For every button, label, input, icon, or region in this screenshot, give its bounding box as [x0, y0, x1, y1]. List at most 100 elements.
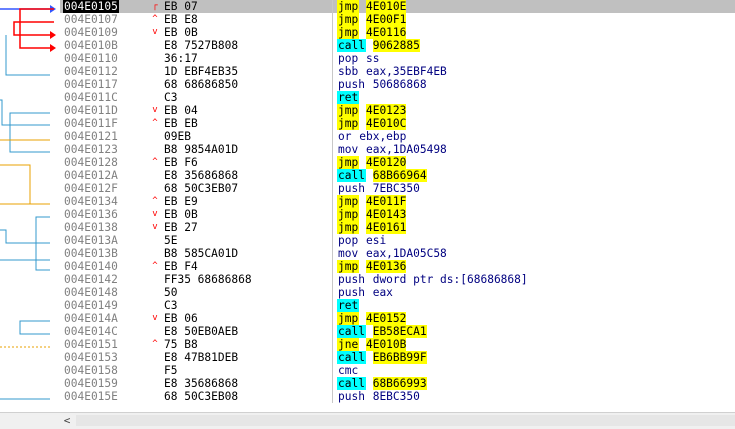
- address[interactable]: 004E0138: [63, 221, 119, 234]
- address[interactable]: 004E0142: [63, 273, 119, 286]
- operand: 4E0120: [365, 156, 407, 169]
- address[interactable]: 004E0128: [63, 156, 119, 169]
- disassembly-row[interactable]: 004E0112 1D EBF4EB35 sbb eax,35EBF4EB: [60, 65, 735, 78]
- jump-marker-icon: v: [152, 209, 158, 219]
- address[interactable]: 004E013A: [63, 234, 119, 247]
- address[interactable]: 004E013B: [63, 247, 119, 260]
- disassembly-row[interactable]: 004E0110 36:17 pop ss: [60, 52, 735, 65]
- address[interactable]: 004E015E: [63, 390, 119, 403]
- address[interactable]: 004E011F: [63, 117, 119, 130]
- disassembly-row[interactable]: 004E0128 ^ EB F6 jmp 4E0120: [60, 156, 735, 169]
- disassembly-text: call EB6BB99F: [337, 351, 427, 364]
- disassembly-row[interactable]: 004E0109 v EB 0B jmp 4E0116: [60, 26, 735, 39]
- jump-arrow: [0, 229, 50, 244]
- arrow-head-icon: [50, 31, 56, 39]
- address[interactable]: 004E0159: [63, 377, 119, 390]
- disassembly-row[interactable]: 004E014C E8 50EB0AEB call EB58ECA1: [60, 325, 735, 338]
- address[interactable]: 004E012F: [63, 182, 119, 195]
- instruction-bytes: EB 04: [164, 104, 198, 117]
- instruction-bytes: 68 68686850: [164, 78, 239, 91]
- address[interactable]: 004E010B: [63, 39, 119, 52]
- operand: 9062885: [372, 39, 420, 52]
- address[interactable]: 004E0110: [63, 52, 119, 65]
- address[interactable]: 004E0107: [63, 13, 119, 26]
- address[interactable]: 004E012A: [63, 169, 119, 182]
- disassembly-row[interactable]: 004E0149 C3 ret: [60, 299, 735, 312]
- disassembly-row[interactable]: 004E0136 v EB 0B jmp 4E0143: [60, 208, 735, 221]
- address[interactable]: 004E0109: [63, 26, 119, 39]
- disassembly-text: call 9062885: [337, 39, 420, 52]
- address[interactable]: 004E0151: [63, 338, 119, 351]
- jump-arrow: [9, 112, 50, 153]
- disassembly-row[interactable]: 004E0151 ^ 75 B8 jne 4E010B: [60, 338, 735, 351]
- address[interactable]: 004E014A: [63, 312, 119, 325]
- address[interactable]: 004E0148: [63, 286, 119, 299]
- address[interactable]: 004E0123: [63, 143, 119, 156]
- disassembly-row[interactable]: 004E013A 5E pop esi: [60, 234, 735, 247]
- disassembly-row[interactable]: 004E0117 68 68686850 push 50686868: [60, 78, 735, 91]
- scroll-left-button[interactable]: <: [60, 413, 74, 428]
- horizontal-scrollbar[interactable]: <: [0, 412, 735, 429]
- disassembly-row[interactable]: 004E0121 09EB or ebx,ebp: [60, 130, 735, 143]
- disassembly-row[interactable]: 004E014A v EB 06 jmp 4E0152: [60, 312, 735, 325]
- address[interactable]: 004E014C: [63, 325, 119, 338]
- disassembly-row[interactable]: 004E013B B8 585CA01D mov eax,1DA05C58: [60, 247, 735, 260]
- disassembly-row[interactable]: 004E011C C3 ret: [60, 91, 735, 104]
- disassembly-row[interactable]: 004E0148 50 push eax: [60, 286, 735, 299]
- disassembly-listing[interactable]: 004E0105 ┌ EB 07 jmp 4E010E 004E0107 ^ EB E8 jm…: [60, 0, 735, 412]
- disassembly-row[interactable]: 004E011F ^ EB EB jmp 4E010C: [60, 117, 735, 130]
- jump-marker-icon: ^: [152, 339, 158, 349]
- disassembly-row[interactable]: 004E011D v EB 04 jmp 4E0123: [60, 104, 735, 117]
- column-separator: [332, 351, 333, 364]
- address[interactable]: 004E0105: [63, 0, 119, 13]
- address[interactable]: 004E011C: [63, 91, 119, 104]
- column-separator: [332, 156, 333, 169]
- instruction-bytes: 1D EBF4EB35: [164, 65, 239, 78]
- disassembly-row[interactable]: 004E0138 v EB 27 jmp 4E0161: [60, 221, 735, 234]
- jump-marker-icon: ^: [152, 196, 158, 206]
- disassembly-row[interactable]: 004E0134 ^ EB E9 jmp 4E011F: [60, 195, 735, 208]
- disassembly-row[interactable]: 004E0123 B8 9854A01D mov eax,1DA05498: [60, 143, 735, 156]
- instruction-bytes: EB 07: [164, 0, 198, 13]
- disassembly-row[interactable]: 004E0105 ┌ EB 07 jmp 4E010E: [60, 0, 735, 13]
- disassembly-row[interactable]: 004E0107 ^ EB E8 jmp 4E00F1: [60, 13, 735, 26]
- address[interactable]: 004E0134: [63, 195, 119, 208]
- disassembly-text: ret: [337, 91, 366, 104]
- disassembly-row[interactable]: 004E0142 FF35 68686868 push dword ptr ds:[…: [60, 273, 735, 286]
- operand: 50686868: [372, 78, 427, 91]
- column-separator: [332, 130, 333, 143]
- address[interactable]: 004E0121: [63, 130, 119, 143]
- disassembly-row[interactable]: 004E0158 F5 cmc: [60, 364, 735, 377]
- instruction-bytes: EB F4: [164, 260, 198, 273]
- mnemonic: jmp: [337, 26, 360, 39]
- address[interactable]: 004E0158: [63, 364, 119, 377]
- disassembly-text: jmp 4E0161: [337, 221, 407, 234]
- jump-marker-icon: ^: [152, 157, 158, 167]
- address[interactable]: 004E0140: [63, 260, 119, 273]
- disassembly-row[interactable]: 004E0140 ^ EB F4 jmp 4E0136: [60, 260, 735, 273]
- jump-marker-icon: ^: [152, 14, 158, 24]
- instruction-bytes: E8 47B81DEB: [164, 351, 239, 364]
- disassembly-text: push eax: [337, 286, 393, 299]
- disassembly-row[interactable]: 004E010B E8 7527B808 call 9062885: [60, 39, 735, 52]
- address[interactable]: 004E0153: [63, 351, 119, 364]
- disassembly-text: jmp 4E0152: [337, 312, 407, 325]
- address[interactable]: 004E011D: [63, 104, 119, 117]
- address[interactable]: 004E0149: [63, 299, 119, 312]
- disassembly-row[interactable]: 004E0159 E8 35686868 call 68B66993: [60, 377, 735, 390]
- address[interactable]: 004E0136: [63, 208, 119, 221]
- address[interactable]: 004E0117: [63, 78, 119, 91]
- scrollbar-track[interactable]: [76, 415, 735, 426]
- column-separator: [332, 0, 333, 13]
- disassembly-row[interactable]: 004E0153 E8 47B81DEB call EB6BB99F: [60, 351, 735, 364]
- operand: ebx,ebp: [359, 130, 407, 143]
- disassembly-row[interactable]: 004E012F 68 50C3EB07 push 7EBC350: [60, 182, 735, 195]
- mnemonic: call: [337, 377, 366, 390]
- operand: 68B66964: [372, 169, 427, 182]
- address[interactable]: 004E0112: [63, 65, 119, 78]
- disassembly-row[interactable]: 004E012A E8 35686868 call 68B66964: [60, 169, 735, 182]
- disassembly-row[interactable]: 004E015E 68 50C3EB08 push 8EBC350: [60, 390, 735, 403]
- operand: 8EBC350: [372, 390, 420, 403]
- column-separator: [332, 364, 333, 377]
- column-separator: [332, 182, 333, 195]
